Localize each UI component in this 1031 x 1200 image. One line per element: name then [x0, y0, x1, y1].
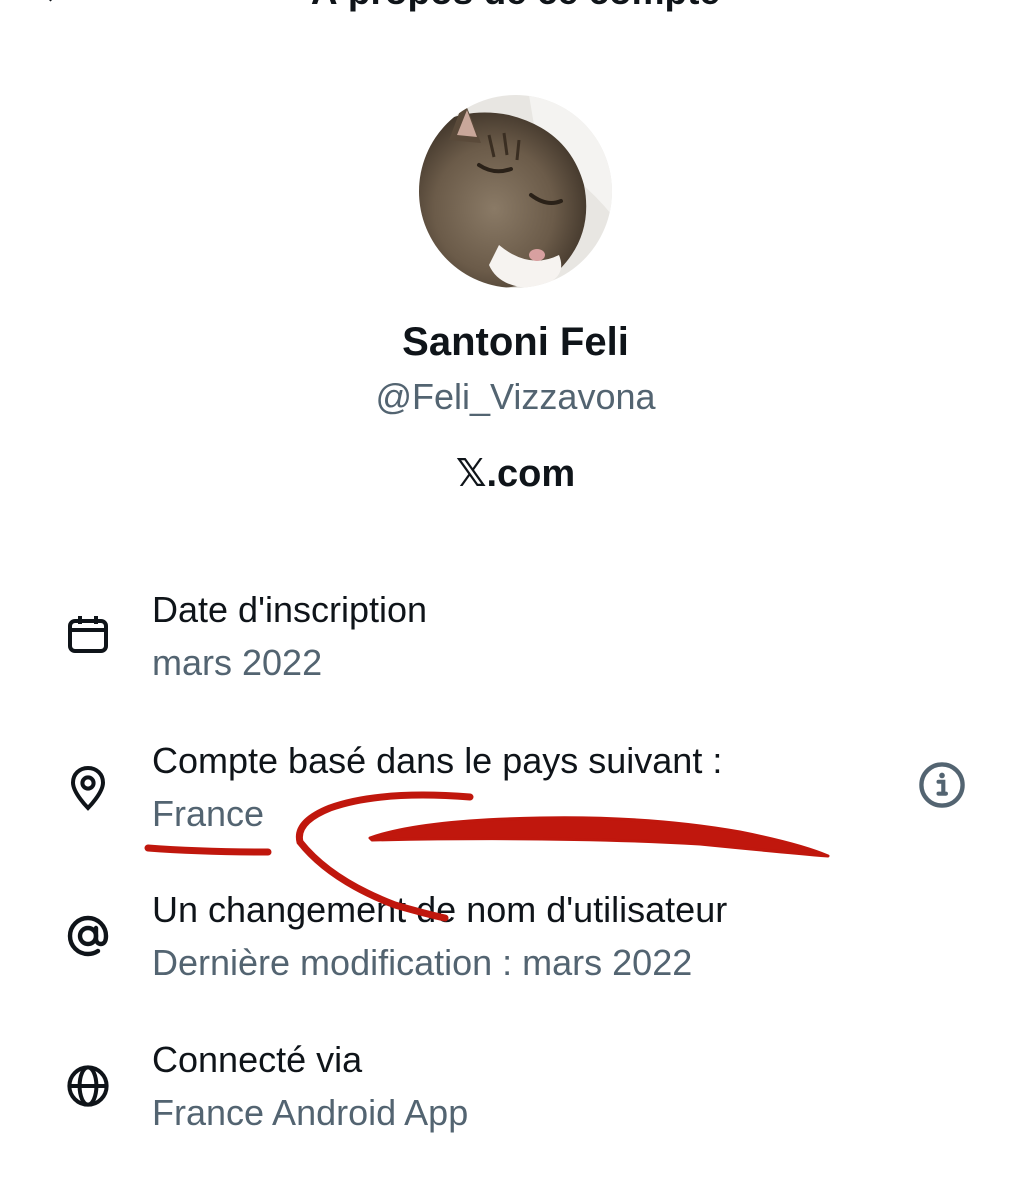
info-icon[interactable] — [916, 759, 968, 811]
row-title: Date d'inscription — [152, 589, 428, 630]
info-row-join-date: Date d'inscription mars 2022 — [0, 585, 1031, 695]
at-sign-icon — [62, 910, 114, 962]
info-row-connected-via: Connecté via France Android App — [0, 1035, 1031, 1145]
page-title: À propos de ce compte — [0, 0, 1031, 12]
row-value: Dernière modification : mars 2022 — [152, 942, 693, 983]
globe-icon — [62, 1060, 114, 1112]
avatar[interactable] — [419, 95, 612, 288]
row-value: France — [152, 793, 265, 834]
row-title: Connecté via — [152, 1039, 363, 1080]
row-title: Compte basé dans le pays suivant : — [152, 740, 723, 781]
row-value: mars 2022 — [152, 642, 323, 683]
location-pin-icon — [62, 762, 114, 814]
calendar-icon — [62, 609, 114, 661]
display-name: Santoni Feli — [402, 320, 629, 364]
row-title: Un changement de nom d'utilisateur — [152, 889, 728, 930]
info-row-country: Compte basé dans le pays suivant : Franc… — [0, 737, 1031, 847]
username-handle: @Feli_Vizzavona — [375, 376, 656, 417]
row-value: France Android App — [152, 1092, 469, 1133]
platform-label: 𝕏.com — [455, 453, 576, 495]
info-row-username-change: Un changement de nom d'utilisateur Derni… — [0, 885, 1031, 995]
header: À propos de ce compte — [0, 0, 1031, 20]
